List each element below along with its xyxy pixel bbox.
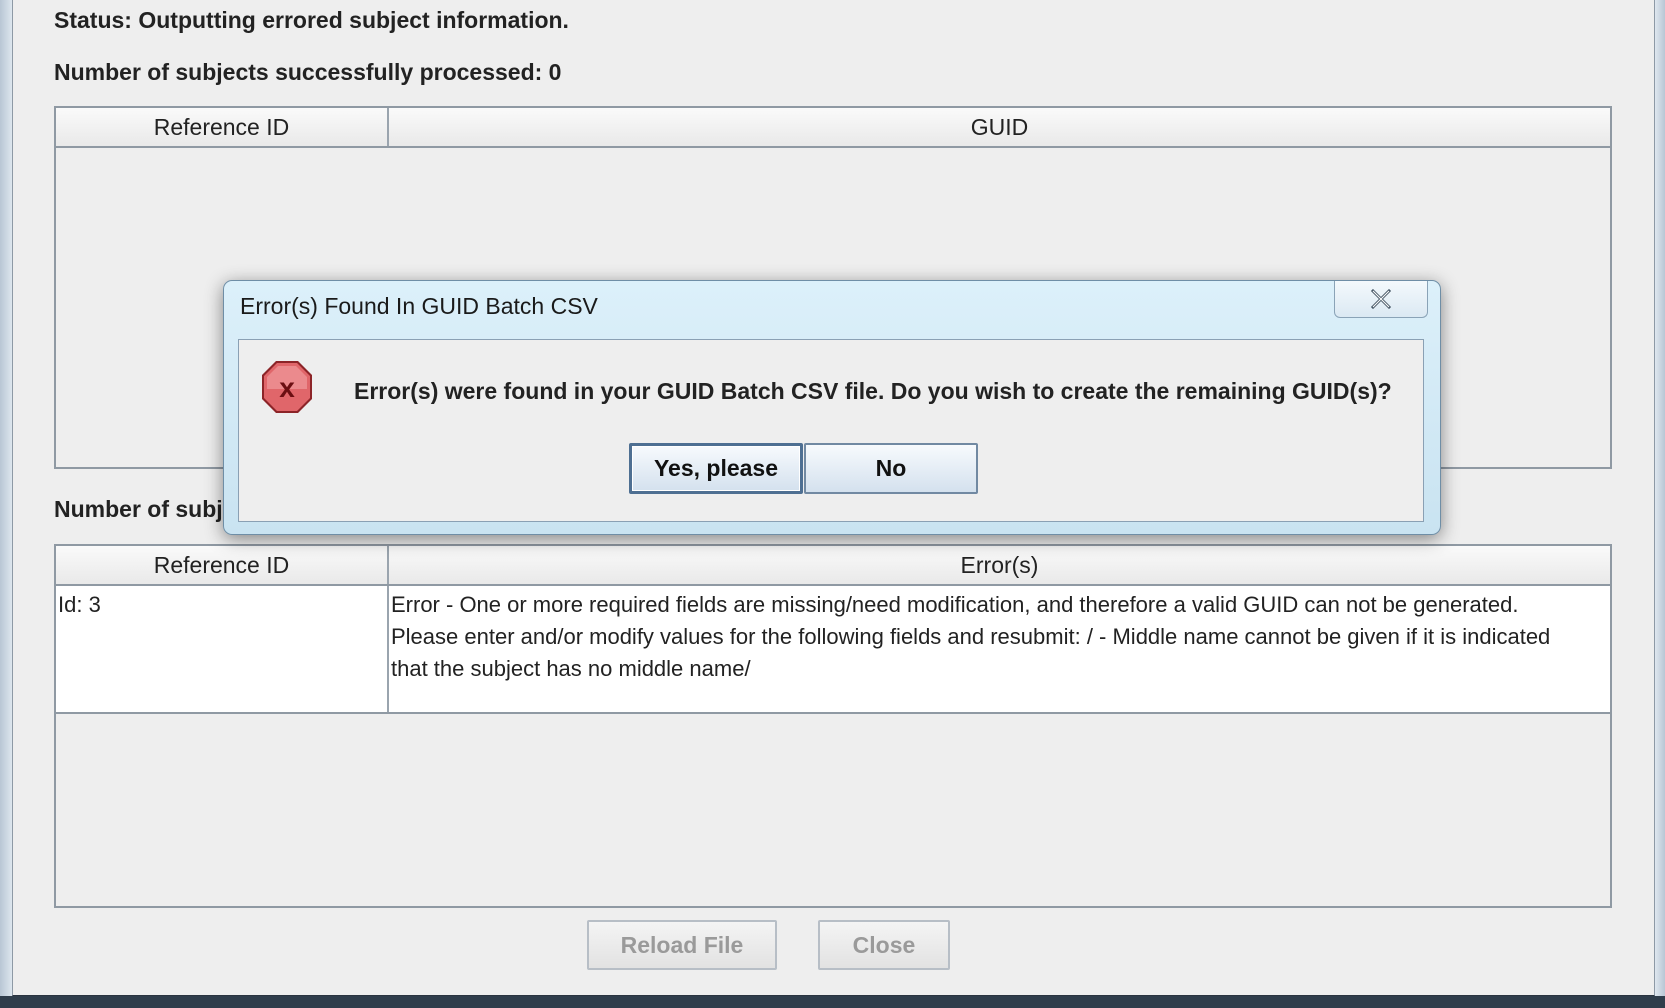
column-header-reference-id[interactable]: Reference ID bbox=[56, 108, 389, 146]
error-table-header: Reference ID Error(s) bbox=[56, 546, 1610, 586]
error-icon: x bbox=[262, 361, 312, 413]
taskbar-edge bbox=[0, 996, 1665, 1008]
dialog-body: x Error(s) were found in your GUID Batch… bbox=[238, 339, 1424, 522]
error-count-label: Number of subj bbox=[54, 496, 223, 522]
cell-reference-id: Id: 3 bbox=[56, 586, 389, 712]
table-row[interactable]: Id: 3 Error - One or more required field… bbox=[56, 586, 1610, 714]
yes-button[interactable]: Yes, please bbox=[629, 443, 803, 494]
column-header-reference-id[interactable]: Reference ID bbox=[56, 546, 389, 584]
cell-error-message: Error - One or more required fields are … bbox=[391, 592, 1551, 681]
background-window-edge-left bbox=[0, 0, 12, 1008]
background-window-edge-right bbox=[1655, 0, 1665, 1008]
dialog-close-button[interactable] bbox=[1334, 281, 1428, 318]
column-header-guid[interactable]: GUID bbox=[389, 108, 1610, 146]
error-dialog: Error(s) Found In GUID Batch CSV x Error… bbox=[223, 280, 1441, 535]
error-table[interactable]: Reference ID Error(s) Id: 3 Error - One … bbox=[54, 544, 1612, 908]
status-label: Status: Outputting errored subject infor… bbox=[54, 7, 569, 33]
dialog-message: Error(s) were found in your GUID Batch C… bbox=[354, 378, 1392, 404]
no-button[interactable]: No bbox=[804, 443, 978, 494]
close-icon bbox=[1370, 288, 1392, 310]
svg-text:x: x bbox=[279, 372, 295, 403]
success-table-header: Reference ID GUID bbox=[56, 108, 1610, 148]
success-count-label: Number of subjects successfully processe… bbox=[54, 59, 562, 85]
column-header-errors[interactable]: Error(s) bbox=[389, 546, 1610, 584]
reload-file-button[interactable]: Reload File bbox=[587, 920, 777, 970]
close-button[interactable]: Close bbox=[818, 920, 950, 970]
dialog-title: Error(s) Found In GUID Batch CSV bbox=[240, 293, 598, 319]
